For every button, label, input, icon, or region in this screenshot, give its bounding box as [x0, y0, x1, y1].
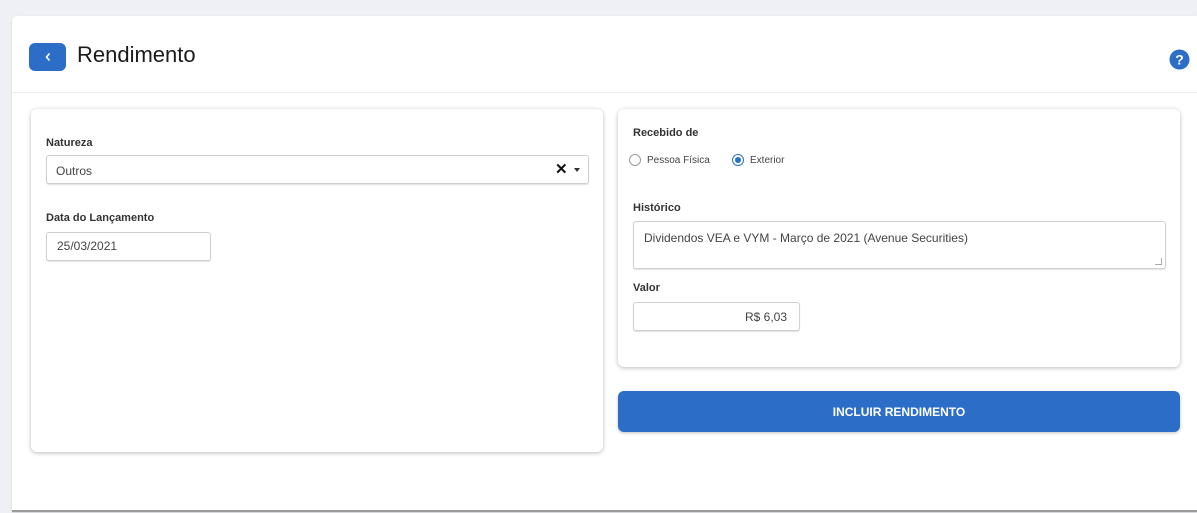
incluir-rendimento-button[interactable]: INCLUIR RENDIMENTO [618, 391, 1180, 432]
data-lancamento-label: Data do Lançamento [46, 212, 155, 224]
historico-textarea[interactable]: Dividendos VEA e VYM - Março de 2021 (Av… [633, 221, 1166, 269]
radio-exterior[interactable] [732, 154, 744, 166]
valor-label: Valor [633, 282, 660, 294]
radio-pessoa-fisica[interactable] [629, 154, 641, 166]
natureza-selected-value: Outros [56, 164, 93, 178]
natureza-label: Natureza [46, 137, 93, 149]
main-panel: Rendimento ? Natureza Outros ✕ Data do L… [12, 16, 1197, 512]
page-header: Rendimento ? [12, 16, 1197, 93]
recebimento-card: Recebido de Pessoa Física Exterior Histó… [618, 109, 1180, 367]
data-lancamento-input[interactable]: 25/03/2021 [46, 232, 211, 261]
question-circle-icon[interactable]: ? [1169, 49, 1190, 70]
page-title: Rendimento [77, 42, 196, 67]
natureza-select[interactable]: Outros ✕ [46, 155, 589, 184]
chevron-down-icon[interactable] [574, 168, 580, 172]
resize-handle[interactable] [1155, 258, 1162, 265]
close-icon[interactable]: ✕ [555, 162, 568, 177]
radio-pessoa-fisica-label[interactable]: Pessoa Física [647, 155, 710, 166]
historico-text: Dividendos VEA e VYM - Março de 2021 (Av… [644, 231, 968, 245]
recebido-de-label: Recebido de [633, 127, 699, 139]
valor-input[interactable]: R$ 6,03 [633, 302, 800, 331]
historico-label: Histórico [633, 202, 681, 214]
chevron-left-icon [44, 52, 50, 62]
back-button[interactable] [29, 43, 66, 71]
svg-text:?: ? [1175, 52, 1184, 68]
radio-exterior-label[interactable]: Exterior [750, 155, 784, 166]
natureza-card: Natureza Outros ✕ Data do Lançamento 25/… [31, 109, 603, 452]
